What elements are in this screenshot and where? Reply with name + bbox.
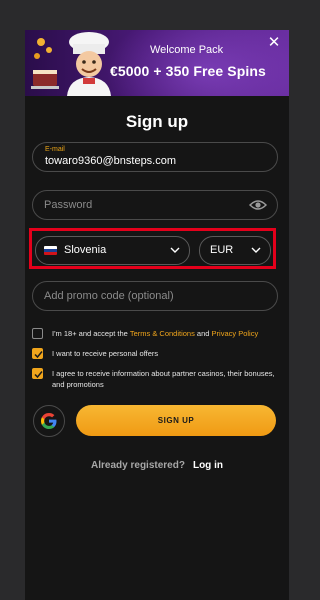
personal-offers-text: I want to receive personal offers [52,349,159,358]
personal-offers-checkbox[interactable] [32,348,43,359]
password-placeholder: Password [44,199,93,211]
age-terms-checkbox[interactable] [32,328,43,339]
google-signin-button[interactable] [33,405,65,437]
email-field[interactable]: E-mail towaro9360@bnsteps.com [32,142,278,172]
login-link[interactable]: Log in [193,460,223,471]
promo-placeholder: Add promo code (optional) [44,290,174,302]
privacy-link[interactable]: Privacy Policy [212,329,259,338]
banner-offer: €5000 + 350 Free Spins [110,63,266,79]
chevron-down-icon [251,247,261,253]
chevron-down-icon [170,247,180,253]
partner-info-text: I agree to receive information about par… [52,369,275,389]
welcome-banner: Welcome Pack €5000 + 350 Free Spins ✕ [25,30,289,96]
slovenia-flag-icon [44,246,57,255]
login-prompt: Already registered? Log in [25,460,289,471]
country-select[interactable]: Slovenia [35,236,190,265]
banner-title: Welcome Pack [150,44,224,56]
check-icon [34,351,43,359]
google-icon [41,413,57,429]
promo-code-input[interactable]: Add promo code (optional) [32,281,278,311]
country-value: Slovenia [64,244,107,256]
signup-button[interactable]: SIGN UP [76,405,276,436]
close-icon[interactable]: ✕ [265,34,283,52]
signup-modal: Welcome Pack €5000 + 350 Free Spins ✕ Si… [25,30,289,600]
already-registered-text: Already registered? [91,460,185,471]
password-field[interactable]: Password [32,190,278,220]
email-value[interactable]: towaro9360@bnsteps.com [45,155,176,167]
currency-value: EUR [210,244,234,256]
email-label: E-mail [45,146,65,153]
terms-link[interactable]: Terms & Conditions [130,329,195,338]
check-icon [34,371,43,379]
age-terms-text: I'm 18+ and accept the Terms & Condition… [52,329,259,338]
partner-info-checkbox[interactable] [32,368,43,379]
eye-icon[interactable] [249,198,267,212]
page-title: Sign up [125,112,189,131]
signup-label: SIGN UP [157,416,195,425]
currency-select[interactable]: EUR [199,236,271,265]
